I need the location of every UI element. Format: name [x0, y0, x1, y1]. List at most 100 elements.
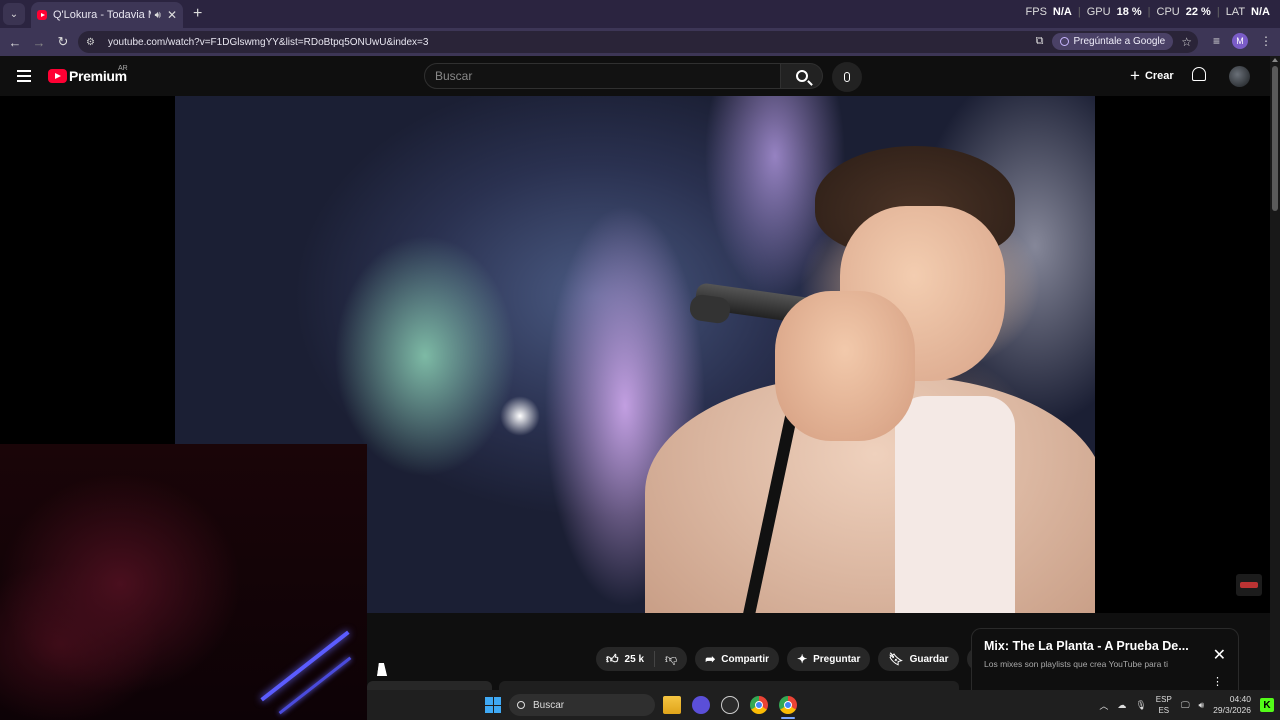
search-icon	[517, 701, 525, 709]
mouse-cursor	[377, 663, 389, 676]
ask-google-button[interactable]: Pregúntale a Google	[1051, 33, 1174, 50]
chat-app-icon[interactable]	[692, 696, 710, 714]
save-label: Guardar	[909, 653, 949, 665]
singer-hands	[775, 291, 915, 441]
youtube-favicon-icon	[37, 10, 47, 20]
new-tab-icon[interactable]: +	[193, 5, 202, 23]
avatar[interactable]	[1229, 66, 1250, 87]
steam-icon[interactable]	[721, 696, 739, 714]
singer-shirt	[895, 396, 1015, 613]
star-icon[interactable]: ☆	[1181, 35, 1192, 49]
search-button[interactable]	[781, 63, 823, 89]
webcam-overlay	[0, 444, 367, 720]
browser-toolbar: ← → ↻ ⚙ youtube.com/watch?v=F1DGlswmgYY&…	[0, 28, 1280, 56]
share-label: Compartir	[721, 653, 770, 665]
install-icon[interactable]: ⧉	[1036, 35, 1044, 48]
clock[interactable]: 04:40 29/3/2026	[1213, 694, 1251, 716]
dislike-button[interactable]: 👎︎	[655, 652, 687, 667]
share-icon: ➦	[705, 652, 716, 666]
share-button[interactable]: ➦ Compartir	[695, 647, 780, 671]
ask-label: Preguntar	[813, 653, 861, 665]
chrome-profile-icon[interactable]	[779, 696, 797, 714]
volume-icon[interactable]: 🔊︎	[1199, 700, 1205, 711]
save-button[interactable]: 🔖︎ Guardar	[878, 647, 959, 671]
profile-avatar[interactable]: M	[1232, 33, 1248, 49]
taskbar-search-label: Buscar	[533, 699, 565, 711]
forward-icon[interactable]: →	[27, 35, 51, 50]
tab-title: Q'Lokura - Todavia Me Quiere	[53, 9, 151, 21]
more-icon[interactable]: ⋮	[1212, 675, 1223, 688]
close-icon[interactable]: ✕	[167, 8, 177, 22]
menu-icon[interactable]: ⋮	[1260, 34, 1272, 48]
tab-active[interactable]: Q'Lokura - Todavia Me Quiere 🔊︎ ✕	[31, 2, 183, 28]
like-count: 25 k	[624, 653, 645, 665]
dislike-icon: 👎︎	[665, 651, 678, 666]
channel-watermark[interactable]	[1236, 574, 1262, 596]
cloud-icon[interactable]: ☁	[1117, 700, 1126, 711]
folder-icon[interactable]	[663, 696, 681, 714]
clock-date: 29/3/2026	[1213, 705, 1251, 715]
media-icon[interactable]: ≡	[1213, 34, 1220, 48]
back-icon[interactable]: ←	[3, 35, 27, 50]
fps-value: N/A	[1052, 6, 1072, 18]
stage-light	[500, 396, 540, 436]
hamburger-icon[interactable]	[17, 70, 31, 85]
search-input[interactable]: Buscar	[424, 63, 781, 89]
lang-top: ESP	[1155, 695, 1172, 704]
scrollbar-thumb[interactable]	[1272, 66, 1278, 211]
voice-search-button[interactable]	[832, 62, 862, 92]
url-text[interactable]: youtube.com/watch?v=F1DGlswmgYY&list=RDo…	[108, 37, 428, 48]
like-dislike-group: 👍︎ 25 k 👎︎	[596, 647, 688, 671]
active-indicator	[781, 717, 795, 719]
country-code: AR	[118, 65, 128, 72]
language-indicator[interactable]: ESP ES	[1156, 694, 1172, 716]
site-info-icon[interactable]: ⚙	[86, 37, 100, 48]
taskbar-search[interactable]: Buscar	[509, 694, 655, 716]
windows-icon[interactable]	[485, 697, 501, 713]
fps-label: FPS	[1025, 6, 1047, 18]
bell-icon[interactable]	[1192, 67, 1206, 81]
system-tray: ︿ ☁ 🎙︎ ESP ES 🖵︎ 🔊︎ 04:40 29/3/2026 K	[1099, 690, 1274, 720]
mix-title[interactable]: Mix: The La Planta - A Prueba De...	[984, 639, 1194, 653]
chrome-icon[interactable]	[750, 696, 768, 714]
keyboard-glow-2	[278, 656, 352, 715]
cpu-label: CPU	[1156, 6, 1180, 18]
youtube-logo[interactable]: Premium AR	[48, 65, 128, 84]
below-content-strip	[367, 681, 967, 690]
chevron-up-icon[interactable]: ︿	[1099, 699, 1108, 712]
gpu-value: 18 %	[1116, 6, 1142, 18]
page-scrollbar[interactable]	[1270, 56, 1280, 690]
video-actions: 👍︎ 25 k 👎︎ ➦ Compartir ✦ Preguntar 🔖︎ Guarda…	[596, 647, 991, 671]
like-button[interactable]: 👍︎ 25 k	[596, 651, 656, 667]
plus-icon: +	[1130, 66, 1140, 85]
kick-icon[interactable]: K	[1260, 698, 1274, 712]
reload-icon[interactable]: ↻	[51, 34, 75, 50]
gpu-label: GPU	[1086, 6, 1111, 18]
browser-tab-strip: ⌄ Q'Lokura - Todavia Me Quiere 🔊︎ ✕ + FP…	[0, 0, 1280, 28]
create-label: Crear	[1144, 70, 1174, 82]
tab-search-icon[interactable]: ⌄	[3, 3, 25, 25]
mix-subtitle: Los mixes son playlists que crea YouTube…	[984, 659, 1168, 669]
audio-icon[interactable]: 🔊︎	[155, 10, 161, 21]
search-icon	[795, 70, 808, 82]
close-icon[interactable]: ✕	[1213, 645, 1226, 665]
address-bar[interactable]: ⚙ youtube.com/watch?v=F1DGlswmgYY&list=R…	[78, 31, 1198, 53]
youtube-masthead: Premium AR Buscar + Crear	[0, 56, 1270, 96]
ask-button[interactable]: ✦ Preguntar	[787, 647, 871, 671]
clock-time: 04:40	[1229, 694, 1251, 704]
create-button[interactable]: + Crear	[1124, 64, 1180, 88]
lang-bottom: ES	[1158, 706, 1170, 715]
network-icon[interactable]: 🖵︎	[1181, 700, 1190, 711]
lat-value: N/A	[1251, 6, 1270, 18]
mix-playlist-card[interactable]: Mix: The La Planta - A Prueba De... Los …	[971, 628, 1239, 690]
sparkle-icon: ✦	[797, 652, 808, 666]
mic-icon	[844, 72, 850, 82]
lat-label: LAT	[1225, 6, 1246, 18]
mic-icon[interactable]: 🎙︎	[1135, 700, 1146, 711]
lens-icon	[1059, 37, 1069, 46]
bookmark-icon: 🔖︎	[888, 652, 904, 666]
ask-google-label: Pregúntale a Google	[1073, 36, 1166, 47]
cpu-value: 22 %	[1185, 6, 1211, 18]
windows-taskbar: Buscar ︿ ☁ 🎙︎ ESP ES 🖵︎ 🔊︎ 04:40 29/3/2026…	[367, 690, 1280, 720]
youtube-play-icon	[48, 69, 67, 83]
